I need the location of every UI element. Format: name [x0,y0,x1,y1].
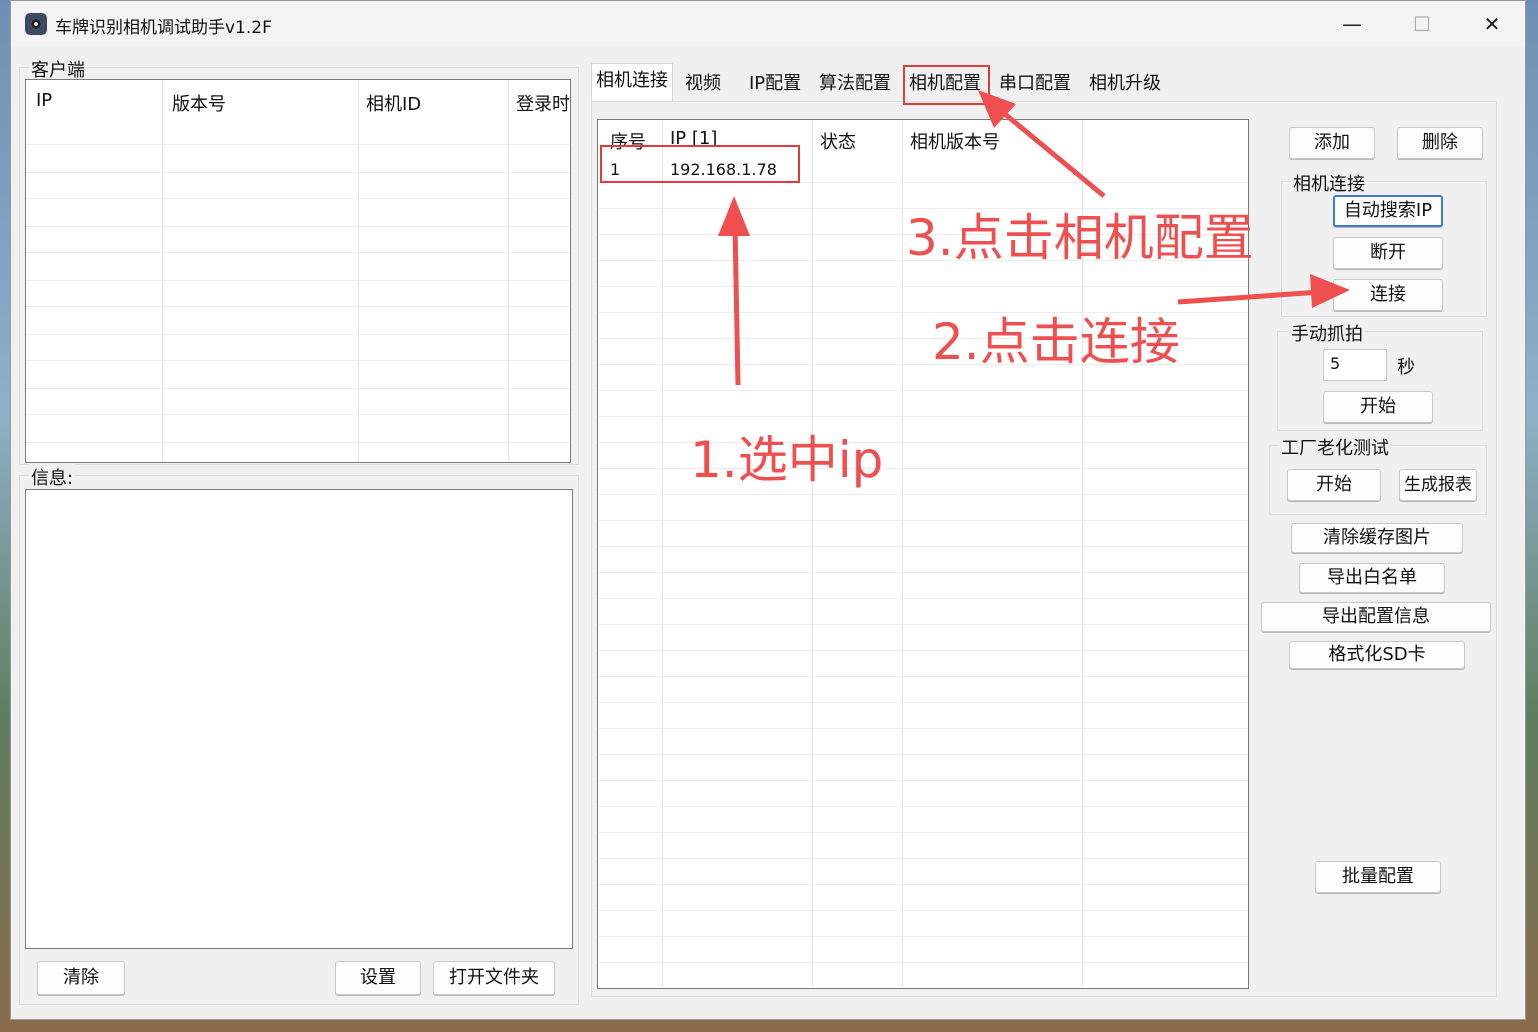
arrow-up-head-icon [718,196,750,236]
arrow-right-head-icon [1310,274,1350,308]
arrow-up-icon [732,224,741,386]
arrow-diagonal-icon [998,108,1106,198]
arrow-right-icon [1177,289,1321,305]
annotation-step1: 1.选中ip [690,431,884,489]
annotation-arrows [718,90,1350,386]
annotation-step2: 2.点击连接 [932,313,1180,371]
arrow-diagonal-head-icon [978,90,1016,128]
annotation-step3: 3.点击相机配置 [906,209,1254,267]
